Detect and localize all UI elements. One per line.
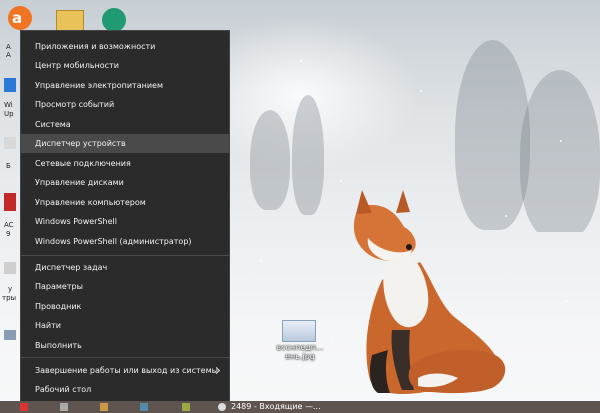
taskbar-window-title[interactable]: 2489 - Входящие —... xyxy=(231,401,321,413)
desktop-icon-label[interactable]: 9 xyxy=(6,230,10,238)
app-icon[interactable] xyxy=(4,78,16,92)
menu-item-settings[interactable]: Параметры xyxy=(21,277,229,296)
menu-item-explorer[interactable]: Проводник xyxy=(21,297,229,316)
menu-item-powershell[interactable]: Windows PowerShell xyxy=(21,212,229,231)
taskbar-app-icon[interactable] xyxy=(140,403,148,411)
menu-item-device-manager[interactable]: Диспетчер устройств xyxy=(21,134,229,153)
taskbar-app-icon[interactable] xyxy=(218,403,226,411)
desktop-icon-label[interactable]: тры xyxy=(2,294,16,302)
desktop-icon-label[interactable]: А xyxy=(6,43,11,51)
menu-item-desktop[interactable]: Рабочий стол xyxy=(21,380,229,399)
app-icon[interactable] xyxy=(4,330,16,340)
menu-item-computer-management[interactable]: Управление компьютером xyxy=(21,193,229,212)
taskbar-app-icon[interactable] xyxy=(20,403,28,411)
menu-item-disk-management[interactable]: Управление дисками xyxy=(21,173,229,192)
image-file-label[interactable]: всснпедп... ень.jpg xyxy=(270,343,330,361)
menu-item-task-manager[interactable]: Диспетчер задач xyxy=(21,258,229,277)
menu-item-search[interactable]: Найти xyxy=(21,316,229,335)
desktop-icon-label[interactable]: у xyxy=(8,285,12,293)
desktop-icon-label[interactable]: Up xyxy=(4,110,14,118)
taskbar: 2489 - Входящие —... xyxy=(0,401,600,413)
desktop-icon-label[interactable]: AC xyxy=(4,221,14,229)
menu-item-run[interactable]: Выполнить xyxy=(21,336,229,355)
app-icon[interactable] xyxy=(4,262,16,274)
avast-logo-glyph: a xyxy=(12,9,23,27)
taskbar-app-icon[interactable] xyxy=(100,403,108,411)
winx-context-menu: Приложения и возможности Центр мобильнос… xyxy=(20,30,230,402)
desktop-icon-label[interactable]: Б xyxy=(6,162,11,170)
app-icon[interactable] xyxy=(4,137,16,149)
menu-item-powershell-admin[interactable]: Windows PowerShell (администратор) xyxy=(21,232,229,251)
image-file-icon[interactable] xyxy=(282,320,316,342)
taskbar-app-icon[interactable] xyxy=(182,403,190,411)
menu-item-system[interactable]: Система xyxy=(21,115,229,134)
menu-item-apps-features[interactable]: Приложения и возможности xyxy=(21,37,229,56)
taskbar-app-icon[interactable] xyxy=(60,403,68,411)
app-icon[interactable] xyxy=(4,193,16,211)
desktop-icon-label[interactable]: Wi xyxy=(4,101,13,109)
menu-item-mobility-center[interactable]: Центр мобильности xyxy=(21,56,229,75)
download-icon[interactable] xyxy=(102,8,126,32)
menu-separator xyxy=(21,255,229,256)
menu-item-network-connections[interactable]: Сетевые подключения xyxy=(21,154,229,173)
menu-item-power-options[interactable]: Управление электропитанием xyxy=(21,76,229,95)
menu-item-shutdown-signout[interactable]: Завершение работы или выход из системы xyxy=(21,361,229,380)
menu-separator xyxy=(21,357,229,358)
menu-item-event-viewer[interactable]: Просмотр событий xyxy=(21,95,229,114)
file-label-line1: всснпедп... xyxy=(276,343,324,352)
shutdown-label: Завершение работы или выход из системы xyxy=(35,366,218,375)
desktop-icon-label[interactable]: А xyxy=(6,51,11,59)
file-label-line2: ень.jpg xyxy=(285,352,315,361)
